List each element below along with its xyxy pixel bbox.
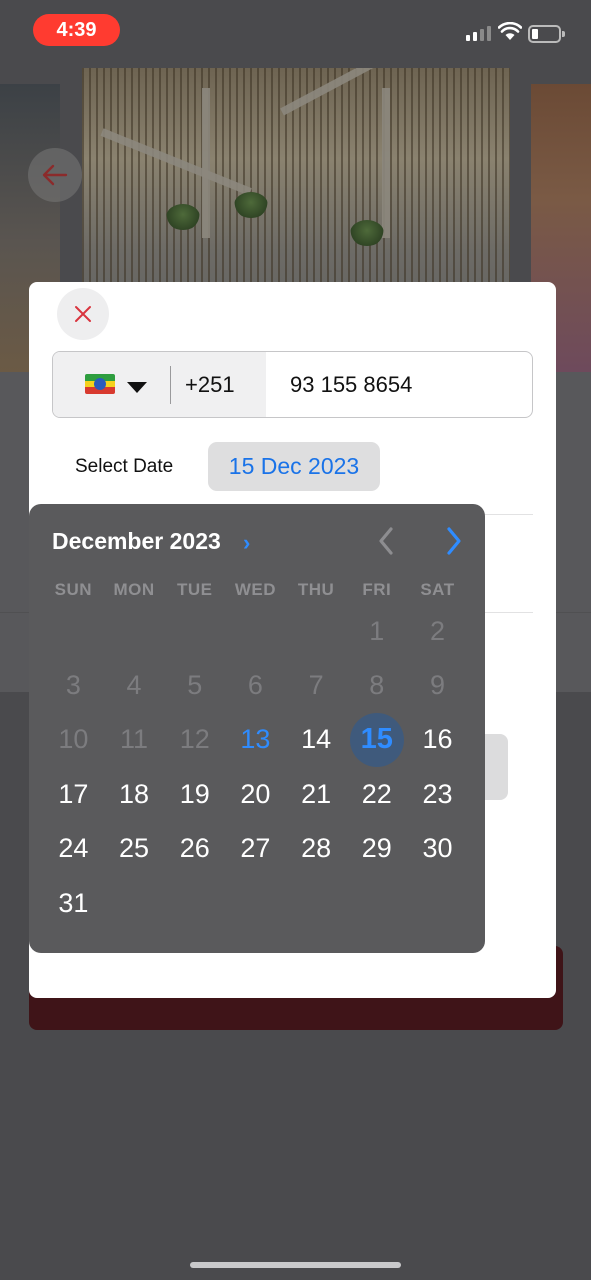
day-cell: 3 bbox=[65, 670, 81, 701]
empty-day-cell bbox=[164, 604, 225, 658]
phone-input-group: +251 93 155 8654 bbox=[52, 351, 533, 418]
weekday-label: TUE bbox=[176, 580, 213, 599]
day-cell: 6 bbox=[247, 670, 263, 701]
day-cell[interactable]: 27 bbox=[225, 822, 286, 876]
weekday-label: SUN bbox=[54, 580, 93, 599]
weekday-label: MON bbox=[113, 580, 155, 599]
day-cell[interactable]: 23 bbox=[407, 767, 468, 821]
day-cell[interactable]: 16 bbox=[407, 713, 468, 767]
day-cell[interactable]: 26 bbox=[164, 822, 225, 876]
day-cell: 10 bbox=[58, 724, 89, 755]
weekday-label: FRI bbox=[362, 580, 392, 599]
previous-month-button[interactable] bbox=[373, 524, 401, 558]
day-cell: 12 bbox=[179, 724, 210, 755]
day-cell: 11 bbox=[120, 724, 149, 755]
arrow-left-icon bbox=[42, 164, 68, 186]
weekday-label: THU bbox=[297, 580, 335, 599]
day-cell[interactable]: 20 bbox=[225, 767, 286, 821]
day-cell[interactable]: 18 bbox=[104, 767, 165, 821]
back-button[interactable] bbox=[28, 148, 82, 202]
day-cell[interactable]: 22 bbox=[346, 767, 407, 821]
weekday-header: SUN MON TUE WED THU FRI SAT bbox=[43, 580, 479, 600]
close-icon bbox=[75, 306, 91, 322]
phone-number-field[interactable]: 93 155 8654 bbox=[266, 352, 532, 417]
empty-day-cell bbox=[104, 604, 165, 658]
day-cell: 9 bbox=[429, 670, 445, 701]
day-cell[interactable]: 30 bbox=[407, 822, 468, 876]
day-cell: 8 bbox=[369, 670, 385, 701]
month-title[interactable]: December 2023 bbox=[52, 528, 221, 555]
select-date-label: Select Date bbox=[75, 456, 174, 477]
battery-icon bbox=[528, 25, 561, 43]
cellular-signal-icon bbox=[466, 26, 491, 41]
weekday-label: SAT bbox=[420, 580, 455, 599]
empty-day-cell bbox=[225, 604, 286, 658]
day-cell[interactable]: 29 bbox=[346, 822, 407, 876]
caret-down-icon bbox=[127, 382, 147, 393]
close-button[interactable] bbox=[57, 288, 109, 340]
wifi-icon bbox=[498, 22, 522, 40]
hidden-button-edge bbox=[484, 734, 508, 800]
ethiopia-flag-icon bbox=[85, 374, 115, 394]
day-cell[interactable]: 14 bbox=[286, 713, 347, 767]
country-code-selector[interactable]: +251 bbox=[53, 352, 266, 417]
day-cell: 4 bbox=[126, 670, 142, 701]
dial-code: +251 bbox=[185, 372, 235, 397]
day-cell[interactable]: 21 bbox=[286, 767, 347, 821]
day-cell: 2 bbox=[429, 615, 445, 646]
day-cell[interactable]: 19 bbox=[164, 767, 225, 821]
next-month-button[interactable] bbox=[439, 524, 467, 558]
day-cell[interactable]: 25 bbox=[104, 822, 165, 876]
day-cell: 1 bbox=[369, 615, 385, 646]
status-time: 4:39 bbox=[33, 14, 120, 46]
calendar-popover: December 2023 › SUN MON TUE WED THU FRI SAT 12… bbox=[29, 504, 485, 953]
day-cell[interactable]: 28 bbox=[286, 822, 347, 876]
day-cell: 5 bbox=[187, 670, 203, 701]
day-cell[interactable]: 13 bbox=[225, 713, 286, 767]
home-indicator[interactable] bbox=[190, 1262, 401, 1268]
day-cell[interactable]: 17 bbox=[43, 767, 104, 821]
selected-day[interactable]: 15 bbox=[346, 712, 407, 767]
day-cell: 7 bbox=[308, 670, 324, 701]
weekday-label: WED bbox=[234, 580, 276, 599]
empty-day-cell bbox=[286, 604, 347, 658]
day-cell[interactable]: 24 bbox=[43, 822, 104, 876]
divider bbox=[170, 366, 171, 404]
day-grid: 1 2 3 4 5 6 7 8 9 10 11 12 13 14 15 16 17 18 19 20 21 22 23 24 2… bbox=[43, 604, 479, 930]
day-cell[interactable]: 31 bbox=[43, 876, 104, 930]
empty-day-cell bbox=[43, 604, 104, 658]
date-picker-button[interactable]: 15 Dec 2023 bbox=[208, 442, 380, 491]
chevron-right-icon[interactable]: › bbox=[243, 530, 250, 556]
